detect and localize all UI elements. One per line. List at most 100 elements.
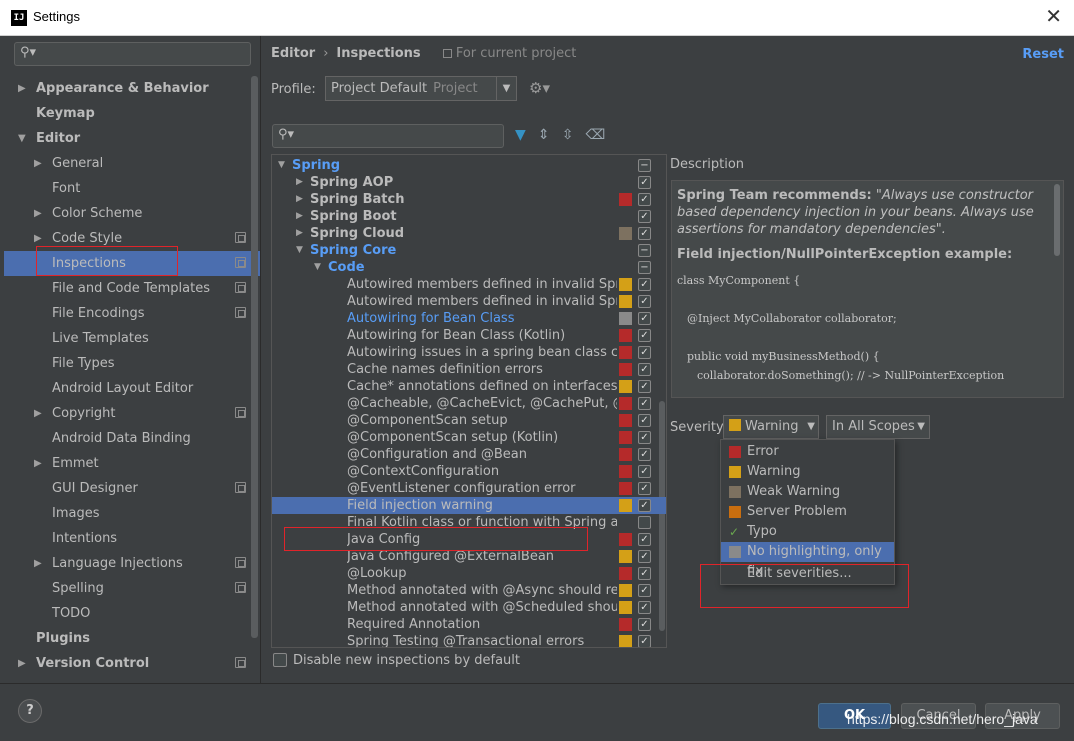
chevron-down-icon[interactable]: ▼: [18, 126, 26, 151]
severity-option[interactable]: Warning: [721, 462, 894, 482]
close-icon[interactable]: ✕: [1045, 4, 1062, 28]
sidebar-item-color-scheme[interactable]: ▶ Color Scheme: [4, 201, 260, 226]
sidebar-item-plugins[interactable]: Plugins: [4, 626, 260, 651]
description-scrollbar[interactable]: [1054, 184, 1060, 256]
inspection-checkbox[interactable]: ✓: [638, 193, 651, 206]
inspection-checkbox[interactable]: ✓: [638, 380, 651, 393]
inspection-row[interactable]: Autowiring for Bean Class ✓: [272, 310, 666, 327]
inspection-checkbox[interactable]: ✓: [638, 312, 651, 325]
inspection-row[interactable]: @Cacheable, @CacheEvict, @CachePut, @Cac…: [272, 395, 666, 412]
reset-to-default-icon[interactable]: ⌫: [586, 127, 606, 143]
inspection-checkbox[interactable]: ✓: [638, 635, 651, 647]
checkbox[interactable]: [273, 653, 287, 667]
inspection-row[interactable]: Autowiring for Bean Class (Kotlin) ✓: [272, 327, 666, 344]
sidebar-item-file-types[interactable]: File Types: [4, 351, 260, 376]
inspection-row[interactable]: ▶ Spring AOP ✓: [272, 174, 666, 191]
chevron-right-icon[interactable]: ▶: [34, 401, 42, 426]
settings-search-input[interactable]: ⚲▾: [14, 42, 251, 66]
inspection-row[interactable]: @ContextConfiguration ✓: [272, 463, 666, 480]
chevron-down-icon[interactable]: ▼: [314, 259, 321, 276]
sidebar-item-intentions[interactable]: Intentions: [4, 526, 260, 551]
inspection-checkbox[interactable]: ✓: [638, 295, 651, 308]
sidebar-item-font[interactable]: Font: [4, 176, 260, 201]
inspection-row[interactable]: @Configuration and @Bean ✓: [272, 446, 666, 463]
help-icon[interactable]: ?: [18, 699, 42, 723]
inspection-checkbox[interactable]: ✓: [638, 482, 651, 495]
sidebar-item-keymap[interactable]: Keymap: [4, 101, 260, 126]
sidebar-item-todo[interactable]: TODO: [4, 601, 260, 626]
chevron-right-icon[interactable]: ▶: [296, 208, 303, 225]
filter-icon[interactable]: ▼: [515, 127, 526, 143]
inspection-checkbox[interactable]: ✓: [638, 499, 651, 512]
inspection-row[interactable]: @ComponentScan setup (Kotlin) ✓: [272, 429, 666, 446]
chevron-right-icon[interactable]: ▶: [34, 551, 42, 576]
inspection-row[interactable]: ▶ Spring Cloud ✓: [272, 225, 666, 242]
inspection-row[interactable]: ▶ Spring Batch ✓: [272, 191, 666, 208]
sidebar-item-appearance-behavior[interactable]: ▶ Appearance & Behavior: [4, 76, 260, 101]
sidebar-item-general[interactable]: ▶ General: [4, 151, 260, 176]
inspection-row[interactable]: Cache names definition errors ✓: [272, 361, 666, 378]
inspection-row[interactable]: Field injection warning ✓: [272, 497, 666, 514]
inspection-checkbox[interactable]: ✓: [638, 363, 651, 376]
chevron-right-icon[interactable]: ▶: [34, 451, 42, 476]
inspection-checkbox[interactable]: [638, 516, 651, 529]
severity-select[interactable]: Warning ▼: [723, 415, 819, 439]
chevron-down-icon[interactable]: ▼: [278, 157, 285, 174]
sidebar-item-version-control[interactable]: ▶ Version Control: [4, 651, 260, 676]
inspection-row[interactable]: ▼ Code −: [272, 259, 666, 276]
collapse-all-icon[interactable]: ⇳: [562, 127, 574, 143]
inspection-row[interactable]: Spring Testing @Transactional errors ✓: [272, 633, 666, 647]
sidebar-item-images[interactable]: Images: [4, 501, 260, 526]
gear-icon[interactable]: ⚙▾: [529, 79, 550, 97]
chevron-right-icon[interactable]: ▶: [296, 174, 303, 191]
inspection-row[interactable]: ▼ Spring −: [272, 157, 666, 174]
sidebar-item-gui-designer[interactable]: GUI Designer: [4, 476, 260, 501]
chevron-down-icon[interactable]: ▼: [296, 242, 303, 259]
inspection-row[interactable]: Method annotated with @Async should retu…: [272, 582, 666, 599]
inspection-checkbox[interactable]: ✓: [638, 176, 651, 189]
inspection-checkbox[interactable]: ✓: [638, 278, 651, 291]
chevron-right-icon[interactable]: ▶: [18, 76, 26, 101]
inspection-row[interactable]: Autowired members defined in invalid Spr…: [272, 293, 666, 310]
profile-select[interactable]: Project Default Project ▼: [325, 76, 517, 101]
inspection-row[interactable]: Autowiring issues in a spring bean class…: [272, 344, 666, 361]
inspection-checkbox[interactable]: ✓: [638, 567, 651, 580]
sidebar-item-file-encodings[interactable]: File Encodings: [4, 301, 260, 326]
inspection-checkbox[interactable]: ✓: [638, 210, 651, 223]
inspection-checkbox[interactable]: −: [638, 261, 651, 274]
chevron-right-icon[interactable]: ▶: [34, 201, 42, 226]
inspection-checkbox[interactable]: ✓: [638, 431, 651, 444]
severity-option[interactable]: ✓ Typo: [721, 522, 894, 542]
inspection-checkbox[interactable]: −: [638, 244, 651, 257]
sidebar-item-file-and-code-templates[interactable]: File and Code Templates: [4, 276, 260, 301]
inspection-checkbox[interactable]: ✓: [638, 601, 651, 614]
inspection-row[interactable]: @EventListener configuration error ✓: [272, 480, 666, 497]
inspection-checkbox[interactable]: ✓: [638, 346, 651, 359]
inspection-row[interactable]: ▼ Spring Core −: [272, 242, 666, 259]
inspection-row[interactable]: Autowired members defined in invalid Spr…: [272, 276, 666, 293]
expand-all-icon[interactable]: ⇕: [538, 127, 550, 143]
chevron-right-icon[interactable]: ▶: [296, 225, 303, 242]
severity-option[interactable]: Server Problem: [721, 502, 894, 522]
sidebar-item-editor[interactable]: ▼ Editor: [4, 126, 260, 151]
inspection-row[interactable]: @ComponentScan setup ✓: [272, 412, 666, 429]
inspection-row[interactable]: Required Annotation ✓: [272, 616, 666, 633]
scope-select[interactable]: In All Scopes ▼: [826, 415, 930, 439]
chevron-right-icon[interactable]: ▶: [18, 651, 26, 676]
sidebar-item-copyright[interactable]: ▶ Copyright: [4, 401, 260, 426]
inspection-search-input[interactable]: ⚲▾: [272, 124, 504, 148]
sidebar-item-spelling[interactable]: Spelling: [4, 576, 260, 601]
inspection-checkbox[interactable]: ✓: [638, 414, 651, 427]
inspection-checkbox[interactable]: −: [638, 159, 651, 172]
sidebar-item-emmet[interactable]: ▶ Emmet: [4, 451, 260, 476]
chevron-right-icon[interactable]: ▶: [296, 191, 303, 208]
inspection-checkbox[interactable]: ✓: [638, 329, 651, 342]
chevron-right-icon[interactable]: ▶: [34, 151, 42, 176]
sidebar-item-android-layout-editor[interactable]: Android Layout Editor: [4, 376, 260, 401]
sidebar-scrollbar[interactable]: [251, 76, 258, 638]
inspection-row[interactable]: ▶ Spring Boot ✓: [272, 208, 666, 225]
inspection-checkbox[interactable]: ✓: [638, 550, 651, 563]
sidebar-item-android-data-binding[interactable]: Android Data Binding: [4, 426, 260, 451]
inspection-checkbox[interactable]: ✓: [638, 618, 651, 631]
inspection-checkbox[interactable]: ✓: [638, 533, 651, 546]
